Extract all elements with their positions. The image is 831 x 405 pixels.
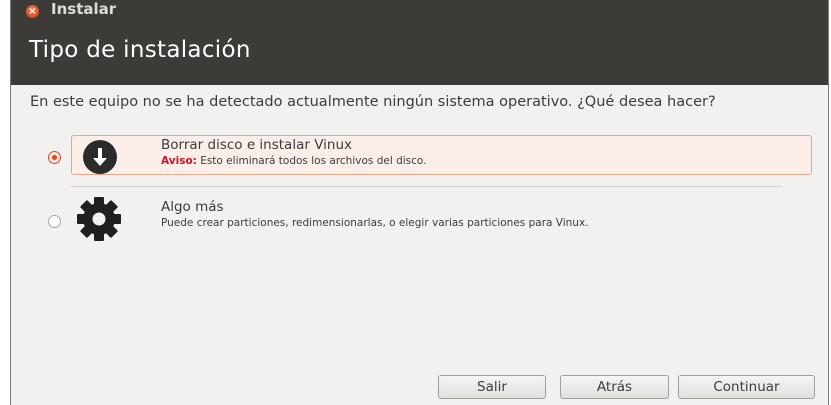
installer-window: × Instalar Tipo de instalación En este e… bbox=[10, 0, 829, 405]
window-title: Instalar bbox=[51, 0, 117, 18]
radio-erase-disk[interactable] bbox=[48, 151, 61, 164]
radio-selected-dot bbox=[52, 155, 57, 160]
option-erase-disk-title[interactable]: Borrar disco e instalar Vinux bbox=[161, 138, 352, 153]
page-title: Tipo de instalación bbox=[29, 37, 251, 63]
download-arrow-icon bbox=[83, 140, 117, 174]
title-bar: × Instalar bbox=[11, 0, 828, 19]
radio-something-else[interactable] bbox=[48, 215, 61, 228]
option-something-else-description: Puede crear particiones, redimensionarla… bbox=[161, 217, 589, 229]
back-button[interactable]: Atrás bbox=[560, 375, 669, 399]
option-erase-disk-description: Aviso: Esto eliminará todos los archivos… bbox=[161, 155, 427, 167]
warning-label: Aviso: bbox=[161, 155, 197, 167]
option-something-else-title[interactable]: Algo más bbox=[161, 200, 224, 215]
close-button[interactable]: × bbox=[26, 5, 39, 18]
gear-icon bbox=[76, 196, 122, 242]
quit-button[interactable]: Salir bbox=[438, 375, 546, 399]
warning-text: Esto eliminará todos los archivos del di… bbox=[200, 155, 427, 167]
question-text: En este equipo no se ha detectado actual… bbox=[30, 94, 716, 110]
continue-button[interactable]: Continuar bbox=[678, 375, 815, 399]
options-separator bbox=[71, 186, 783, 187]
page-header: Tipo de instalación bbox=[11, 19, 828, 85]
